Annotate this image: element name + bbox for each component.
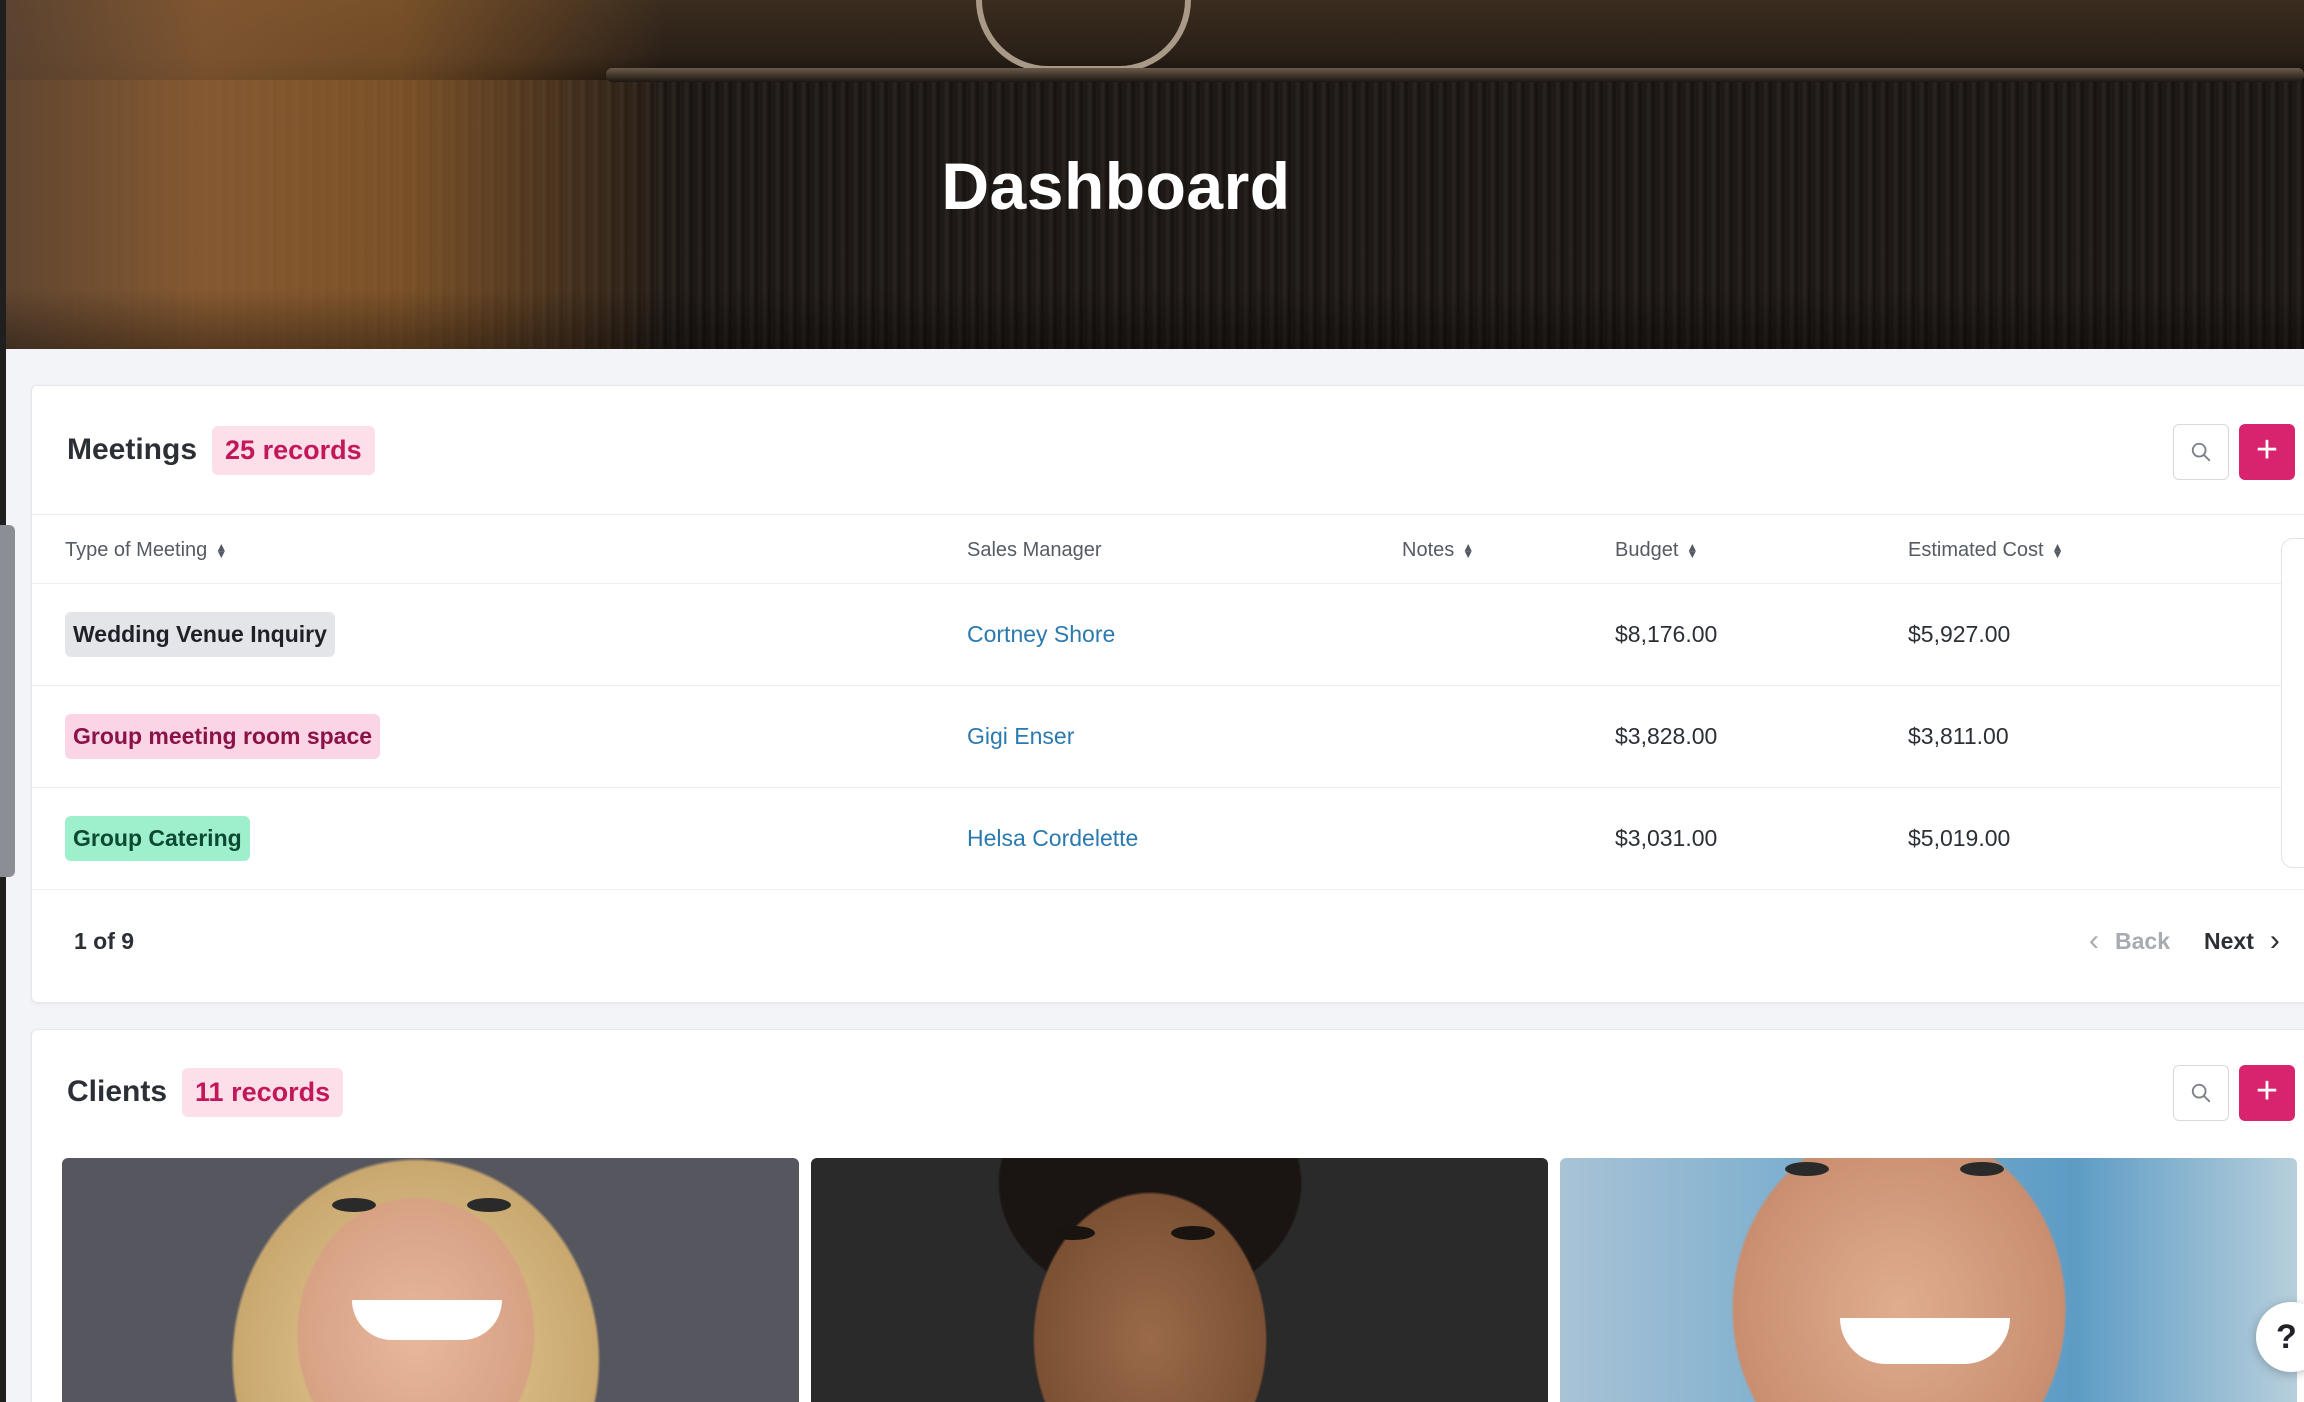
plus-icon: + xyxy=(2255,1070,2279,1112)
column-header-budget[interactable]: Budget ▲ ▼ xyxy=(1615,539,1698,562)
sales-manager-link[interactable]: Helsa Cordelette xyxy=(967,825,1138,852)
chevron-left-icon: ‹ xyxy=(2089,924,2099,957)
hero-decor-ledge xyxy=(606,68,2304,82)
table-row[interactable]: Group Catering Helsa Cordelette $3,031.0… xyxy=(32,788,2304,890)
sales-manager-link[interactable]: Gigi Enser xyxy=(967,723,1074,750)
meetings-actions: + xyxy=(2173,424,2295,480)
client-photo[interactable] xyxy=(1560,1158,2297,1402)
smile-shape xyxy=(352,1300,502,1340)
hero-banner: Dashboard xyxy=(6,0,2304,349)
estimated-cost-cell: $5,019.00 xyxy=(1908,825,2011,851)
clients-actions: + xyxy=(2173,1065,2295,1121)
eye-shape xyxy=(1960,1162,2004,1176)
meetings-add-button[interactable]: + xyxy=(2239,424,2295,480)
budget-cell: $3,031.00 xyxy=(1615,825,1718,851)
clients-count-badge: 11 records xyxy=(182,1067,344,1117)
clients-title: Clients xyxy=(67,1075,168,1108)
meeting-type-tag: Wedding Venue Inquiry xyxy=(65,612,335,657)
sort-icon: ▲ ▼ xyxy=(1462,539,1475,561)
column-header-sales-manager: Sales Manager xyxy=(967,539,1102,562)
client-photo[interactable] xyxy=(62,1158,799,1402)
help-icon: ? xyxy=(2276,1317,2297,1356)
sort-icon: ▲ ▼ xyxy=(2051,539,2064,561)
table-row[interactable]: Group meeting room space Gigi Enser $3,8… xyxy=(32,686,2304,788)
estimated-cost-cell: $5,927.00 xyxy=(1908,621,2011,647)
eye-shape xyxy=(1785,1162,1829,1176)
meetings-header: Meetings 25 records xyxy=(32,386,2304,514)
meetings-title: Meetings xyxy=(67,433,198,466)
back-button[interactable]: ‹ Back xyxy=(2089,926,2170,956)
next-button[interactable]: Next › xyxy=(2204,926,2280,956)
next-label: Next xyxy=(2204,927,2254,954)
chevron-right-icon: › xyxy=(2269,924,2280,957)
eye-shape xyxy=(332,1198,376,1212)
search-icon xyxy=(2191,442,2211,462)
plus-icon: + xyxy=(2255,429,2279,471)
sort-icon: ▲ ▼ xyxy=(1686,539,1699,561)
meetings-search-button[interactable] xyxy=(2173,424,2229,480)
search-icon xyxy=(2191,1083,2211,1103)
column-header-notes[interactable]: Notes ▲ ▼ xyxy=(1402,539,1474,562)
clients-header: Clients 11 records xyxy=(32,1030,2304,1154)
clients-card: Clients 11 records + xyxy=(31,1029,2304,1402)
type-cell: Group Catering xyxy=(65,788,250,889)
column-header-label: Budget xyxy=(1615,539,1679,561)
table-horizontal-scroll-handle[interactable] xyxy=(2281,538,2304,868)
client-photo[interactable] xyxy=(811,1158,1548,1402)
clients-search-button[interactable] xyxy=(2173,1065,2229,1121)
eye-shape xyxy=(1051,1226,1095,1240)
column-header-label: Notes xyxy=(1402,539,1455,561)
column-header-estimated-cost[interactable]: Estimated Cost ▲ ▼ xyxy=(1908,539,2064,562)
column-header-label: Estimated Cost xyxy=(1908,539,2044,561)
meetings-table-header: Type of Meeting ▲ ▼ Sales Manager Notes ▲… xyxy=(32,514,2304,584)
meeting-type-tag: Group Catering xyxy=(65,816,250,861)
column-header-type-of-meeting[interactable]: Type of Meeting ▲ ▼ xyxy=(65,539,227,562)
manager-cell: Helsa Cordelette xyxy=(967,788,1138,889)
page-title-text: Dashboard xyxy=(941,149,1291,223)
budget-cell: $3,828.00 xyxy=(1615,723,1718,749)
table-row[interactable]: Wedding Venue Inquiry Cortney Shore $8,1… xyxy=(32,584,2304,686)
budget-cell: $8,176.00 xyxy=(1615,621,1718,647)
page-scrollbar-thumb[interactable] xyxy=(0,525,15,877)
pagination: 1 of 9 ‹ Back Next › xyxy=(32,891,2304,991)
eye-shape xyxy=(467,1198,511,1212)
type-cell: Wedding Venue Inquiry xyxy=(65,584,335,685)
clients-add-button[interactable]: + xyxy=(2239,1065,2295,1121)
sort-icon: ▲ ▼ xyxy=(215,539,228,561)
page-title: Dashboard xyxy=(6,148,2304,224)
manager-cell: Gigi Enser xyxy=(967,686,1074,787)
estimated-cost-cell: $3,811.00 xyxy=(1908,723,2009,749)
client-gallery xyxy=(62,1158,2302,1402)
page-indicator: 1 of 9 xyxy=(74,927,135,954)
back-label: Back xyxy=(2115,927,2170,954)
column-header-label: Type of Meeting xyxy=(65,539,208,561)
column-header-label: Sales Manager xyxy=(967,539,1102,561)
eye-shape xyxy=(1171,1226,1215,1240)
meetings-card: Meetings 25 records + Type of Meeting ▲ ▼… xyxy=(31,385,2304,1003)
hero-shade xyxy=(6,289,2304,349)
meeting-type-tag: Group meeting room space xyxy=(65,714,381,759)
sales-manager-link[interactable]: Cortney Shore xyxy=(967,621,1115,648)
manager-cell: Cortney Shore xyxy=(967,584,1115,685)
type-cell: Group meeting room space xyxy=(65,686,381,787)
smile-shape xyxy=(1840,1318,2010,1364)
meetings-count-badge: 25 records xyxy=(212,425,375,475)
